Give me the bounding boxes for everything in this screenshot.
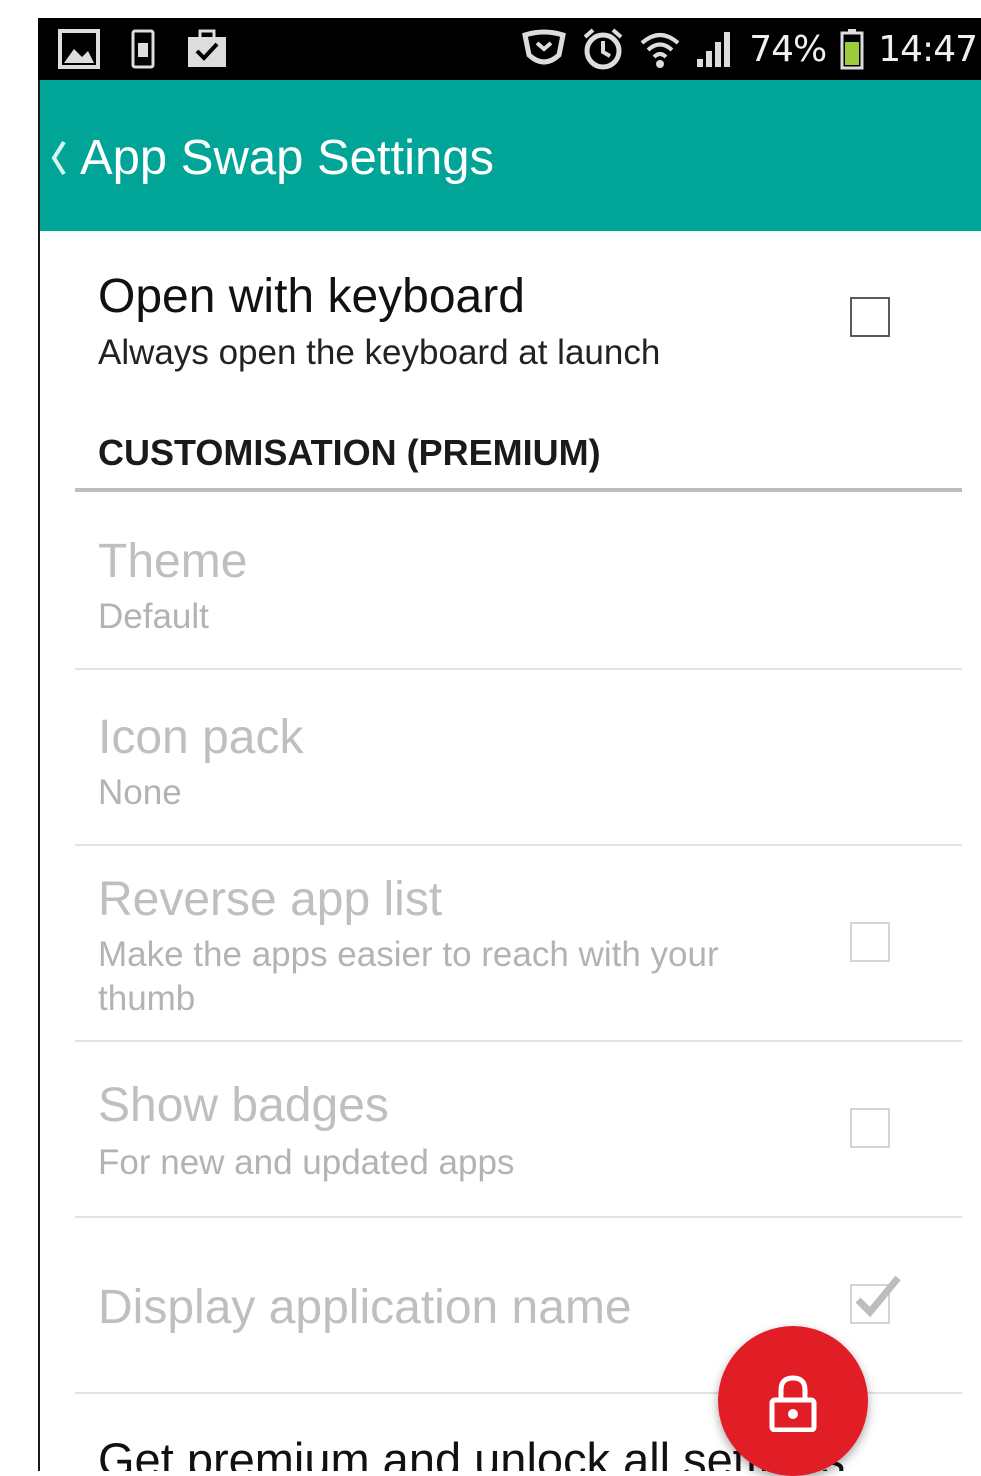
briefcase-check-icon	[186, 29, 228, 69]
setting-title: Show badges	[98, 1079, 389, 1132]
show-badges-checkbox[interactable]	[850, 1108, 890, 1148]
display-application-name-checkbox[interactable]	[850, 1275, 901, 1324]
setting-reverse-app-list[interactable]: Reverse app list Make the apps easier to…	[38, 846, 981, 1040]
status-bar: 74% 14:47	[38, 18, 981, 80]
setting-theme[interactable]: Theme Default	[38, 492, 981, 668]
battery-percent: 74%	[749, 28, 827, 70]
lock-icon	[769, 1375, 817, 1432]
wifi-icon	[639, 29, 681, 69]
reverse-app-list-checkbox[interactable]	[850, 922, 890, 962]
page-title[interactable]: App Swap Settings	[80, 130, 494, 186]
setting-summary: None	[98, 773, 182, 812]
status-time: 14:47	[878, 28, 978, 70]
checkmark-icon	[855, 1275, 901, 1318]
shield-icon	[521, 29, 567, 69]
setting-open-with-keyboard[interactable]: Open with keyboard Always open the keybo…	[38, 231, 981, 411]
setting-title: Icon pack	[98, 711, 304, 764]
app-bar: App Swap Settings	[38, 80, 981, 231]
setting-summary: For new and updated apps	[98, 1143, 515, 1182]
setting-summary: Always open the keyboard at launch	[98, 333, 661, 372]
setting-summary-line: thumb	[98, 979, 196, 1018]
setting-title: Display application name	[98, 1281, 632, 1334]
setting-title: Reverse app list	[98, 873, 443, 926]
alarm-icon	[581, 27, 625, 71]
phone-charging-icon	[130, 29, 156, 69]
setting-show-badges[interactable]: Show badges For new and updated apps	[38, 1042, 981, 1216]
open-with-keyboard-checkbox[interactable]	[850, 297, 890, 337]
setting-title: Theme	[98, 535, 248, 588]
section-header: CUSTOMISATION (PREMIUM)	[98, 432, 601, 473]
left-margin	[0, 0, 38, 1471]
back-chevron-icon[interactable]	[44, 128, 72, 188]
battery-icon	[840, 28, 864, 70]
setting-summary: Default	[98, 597, 209, 636]
setting-icon-pack[interactable]: Icon pack None	[38, 670, 981, 844]
image-icon	[58, 29, 100, 69]
unlock-premium-fab[interactable]	[718, 1326, 868, 1476]
setting-title: Open with keyboard	[98, 270, 525, 323]
signal-icon	[695, 29, 735, 69]
setting-summary-line: Make the apps easier to reach with your	[98, 935, 719, 974]
